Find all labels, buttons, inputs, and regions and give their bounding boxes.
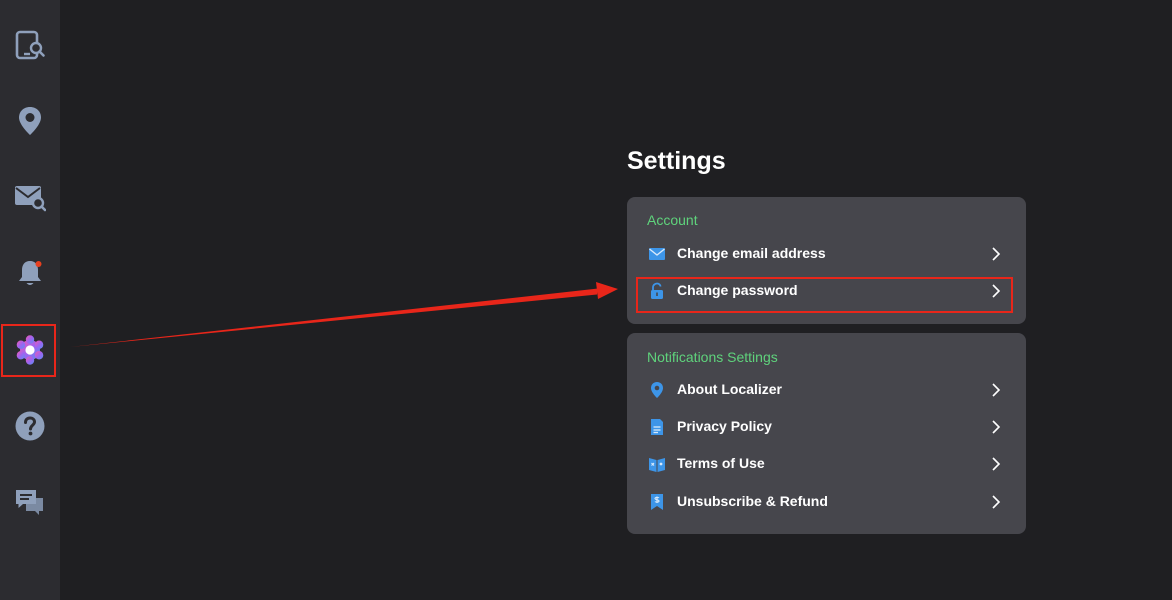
nav-help[interactable] bbox=[0, 398, 60, 454]
unsubscribe-refund-label: Unsubscribe & Refund bbox=[677, 493, 828, 509]
account-card: Account Change email address Change pass… bbox=[627, 197, 1026, 324]
about-localizer-row[interactable]: About Localizer bbox=[627, 371, 1026, 408]
nav-notifications[interactable] bbox=[0, 245, 60, 301]
change-password-label: Change password bbox=[677, 282, 798, 298]
page-title: Settings bbox=[627, 147, 726, 175]
nav-phone-search[interactable] bbox=[0, 17, 60, 73]
location-pin-icon bbox=[19, 107, 41, 135]
change-password-row[interactable]: Change password bbox=[627, 272, 1026, 309]
privacy-policy-row[interactable]: Privacy Policy bbox=[627, 408, 1026, 445]
account-section-label: Account bbox=[647, 212, 698, 228]
chevron-right-icon bbox=[992, 284, 1001, 298]
document-icon bbox=[651, 419, 663, 435]
chevron-right-icon bbox=[992, 420, 1001, 434]
chevron-right-icon bbox=[992, 457, 1001, 471]
privacy-policy-label: Privacy Policy bbox=[677, 418, 772, 434]
envelope-icon bbox=[649, 248, 665, 260]
about-localizer-label: About Localizer bbox=[677, 381, 783, 397]
sidebar bbox=[0, 0, 60, 600]
gear-icon bbox=[16, 335, 44, 365]
change-email-row[interactable]: Change email address bbox=[627, 235, 1026, 272]
nav-settings[interactable] bbox=[0, 322, 60, 378]
chevron-right-icon bbox=[992, 383, 1001, 397]
notifications-card: Notifications Settings About Localizer P… bbox=[627, 333, 1026, 534]
nav-location[interactable] bbox=[0, 93, 60, 149]
nav-chat[interactable] bbox=[0, 474, 60, 530]
phone-search-icon bbox=[15, 30, 45, 60]
change-email-label: Change email address bbox=[677, 245, 826, 261]
lock-icon bbox=[651, 282, 663, 299]
book-icon bbox=[649, 458, 665, 472]
chevron-right-icon bbox=[992, 495, 1001, 509]
email-search-icon bbox=[15, 186, 46, 212]
refund-icon bbox=[651, 494, 663, 510]
bell-icon bbox=[19, 261, 42, 285]
terms-of-use-row[interactable]: Terms of Use bbox=[627, 445, 1026, 482]
chevron-right-icon bbox=[992, 247, 1001, 261]
chat-icon bbox=[16, 490, 43, 515]
notifications-section-label: Notifications Settings bbox=[647, 349, 778, 365]
terms-of-use-label: Terms of Use bbox=[677, 455, 765, 471]
nav-email-search[interactable] bbox=[0, 169, 60, 225]
location-icon bbox=[651, 382, 663, 398]
question-icon bbox=[15, 411, 45, 441]
unsubscribe-refund-row[interactable]: Unsubscribe & Refund bbox=[627, 483, 1026, 520]
